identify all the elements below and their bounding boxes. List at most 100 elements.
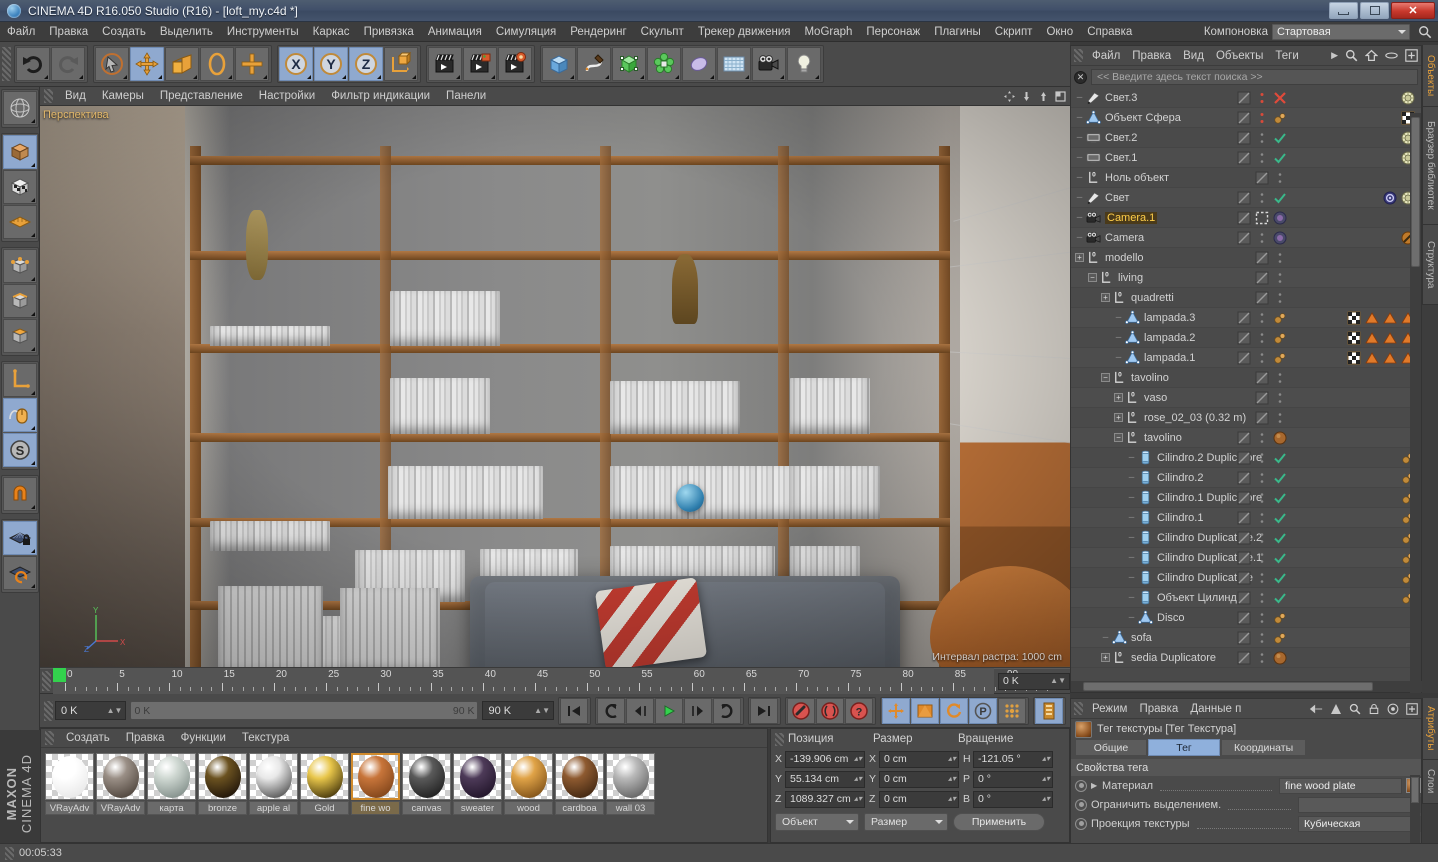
play-button[interactable] <box>655 698 683 724</box>
display-tag[interactable] <box>1237 631 1251 645</box>
object-row[interactable]: –Cilindro Duplicatore.2 <box>1071 528 1421 548</box>
attribute-menu-1[interactable]: Правка <box>1133 703 1184 715</box>
collapse-minus-icon[interactable]: − <box>1114 433 1123 442</box>
attribute-tab-общие[interactable]: Общие <box>1075 739 1147 756</box>
dropdown-corner-icon[interactable] <box>675 75 679 79</box>
timeline-toggle-button[interactable] <box>1035 698 1063 724</box>
dropdown-corner-icon[interactable] <box>491 75 495 79</box>
dots-tag[interactable] <box>1255 531 1269 545</box>
object-row[interactable]: –Свет <box>1071 188 1421 208</box>
object-name[interactable]: Disco <box>1157 612 1185 624</box>
dots-tag[interactable] <box>1273 391 1287 405</box>
display-tag[interactable] <box>1237 211 1251 225</box>
previous-key-button[interactable] <box>597 698 625 724</box>
dropdown-corner-icon[interactable] <box>228 75 232 79</box>
spinner-icon[interactable]: ▴▾ <box>1042 775 1050 783</box>
object-name[interactable]: Cilindro.2 <box>1157 472 1203 484</box>
timeline-playhead[interactable] <box>53 668 66 682</box>
green-check-tag[interactable] <box>1273 191 1287 205</box>
display-tag[interactable] <box>1237 551 1251 565</box>
dots-tag[interactable] <box>1255 611 1269 625</box>
add-primitive-cube[interactable] <box>542 47 576 81</box>
object-name[interactable]: lampada.2 <box>1144 332 1195 344</box>
material-item[interactable]: Gold <box>300 753 349 815</box>
dropdown-corner-icon[interactable] <box>79 75 83 79</box>
object-tree-hscrollbar[interactable] <box>1071 681 1423 692</box>
dots-tag[interactable] <box>1255 571 1269 585</box>
dots-tag[interactable] <box>1255 231 1269 245</box>
sel-tri-tag[interactable] <box>1383 331 1397 345</box>
object-row[interactable]: –Объект Цилиндр <box>1071 588 1421 608</box>
dots-tag[interactable] <box>1255 151 1269 165</box>
spinner-icon[interactable]: ▲▼ <box>534 707 550 715</box>
vertical-tab-структура[interactable]: Структура <box>1422 225 1438 305</box>
material-menu-1[interactable]: Правка <box>118 732 173 744</box>
display-tag[interactable] <box>1237 471 1251 485</box>
object-row[interactable]: +0quadretti <box>1071 288 1421 308</box>
record-active-objects-button[interactable] <box>787 698 815 724</box>
menu-item-инструменты[interactable]: Инструменты <box>220 22 306 42</box>
object-row[interactable]: −0tavolino <box>1071 368 1421 388</box>
snap-settings-tool[interactable]: S <box>3 433 37 467</box>
size-input[interactable]: 0 cm▴▾ <box>879 791 959 808</box>
object-tree[interactable]: –Свет.3–Объект Сфера–Свет.2–Свет.1–0Ноль… <box>1071 88 1421 668</box>
green-check-tag[interactable] <box>1273 471 1287 485</box>
uv-mesh-tool[interactable] <box>3 205 37 239</box>
display-tag[interactable] <box>1237 151 1251 165</box>
apply-button[interactable]: Применить <box>953 813 1045 831</box>
object-name[interactable]: quadretti <box>1131 292 1174 304</box>
minimize-button[interactable] <box>1329 2 1358 19</box>
object-row[interactable]: −0tavolino <box>1071 428 1421 448</box>
object-row[interactable]: –lampada.3 <box>1071 308 1421 328</box>
viewport-menu-3[interactable]: Настройки <box>251 90 323 102</box>
attribute-value-field[interactable]: Кубическая <box>1298 816 1421 832</box>
dots-tag[interactable] <box>1255 631 1269 645</box>
redo-button[interactable] <box>51 47 85 81</box>
object-name[interactable]: Объект Цилиндр <box>1157 592 1243 604</box>
checker-tag[interactable] <box>1347 331 1361 345</box>
dots-tag[interactable] <box>1273 371 1287 385</box>
enable-axis-tool[interactable] <box>3 398 37 432</box>
dropdown-corner-icon[interactable] <box>412 75 416 79</box>
material-menu-2[interactable]: Функции <box>173 732 234 744</box>
rotation-input[interactable]: 0 °▴▾ <box>973 791 1053 808</box>
dropdown-corner-icon[interactable] <box>377 75 381 79</box>
menu-item-трекер-движения[interactable]: Трекер движения <box>691 22 798 42</box>
spinner-icon[interactable]: ▴▾ <box>854 775 862 783</box>
menu-item-персонаж[interactable]: Персонаж <box>859 22 927 42</box>
attribute-value-field[interactable] <box>1298 797 1421 813</box>
vertical-tab-слои[interactable]: Слои <box>1422 760 1438 804</box>
target-tag[interactable] <box>1383 191 1397 205</box>
object-tree-vscrollbar[interactable] <box>1410 113 1421 693</box>
attribute-grip[interactable] <box>1074 702 1083 715</box>
dots-tag[interactable] <box>1273 171 1287 185</box>
green-check-tag[interactable] <box>1273 591 1287 605</box>
scale-view-icon[interactable] <box>1021 91 1032 102</box>
display-tag[interactable] <box>1237 451 1251 465</box>
transport-grip[interactable] <box>44 701 53 721</box>
object-name[interactable]: Свет.3 <box>1105 92 1137 104</box>
camera-tag[interactable] <box>1273 211 1287 225</box>
checker-tag[interactable] <box>1347 351 1361 365</box>
dropdown-corner-icon[interactable] <box>31 347 35 351</box>
object-name[interactable]: Свет.2 <box>1105 132 1137 144</box>
dots-tag[interactable] <box>1273 411 1287 425</box>
add-panel-icon[interactable] <box>1406 703 1418 715</box>
dropdown-corner-icon[interactable] <box>31 119 35 123</box>
object-row[interactable]: –Disco <box>1071 608 1421 628</box>
spinner-icon[interactable]: ▴▾ <box>1042 795 1050 803</box>
green-check-tag[interactable] <box>1273 511 1287 525</box>
object-name[interactable]: tavolino <box>1144 432 1182 444</box>
dropdown-corner-icon[interactable] <box>158 75 162 79</box>
workplane-rotate-tool[interactable] <box>3 556 37 590</box>
timeline-grip[interactable] <box>42 671 51 691</box>
scrollbar-thumb[interactable] <box>1083 682 1373 691</box>
dropdown-corner-icon[interactable] <box>307 75 311 79</box>
material-menu-3[interactable]: Текстура <box>234 732 298 744</box>
edges-mode-tool[interactable] <box>3 284 37 318</box>
timeline-current-field[interactable]: 0 K ▲▼ <box>998 673 1070 690</box>
record-parameter-button[interactable]: P <box>969 698 997 724</box>
display-tag[interactable] <box>1237 571 1251 585</box>
material-tag[interactable] <box>1273 631 1287 645</box>
dropdown-corner-icon[interactable] <box>31 426 35 430</box>
